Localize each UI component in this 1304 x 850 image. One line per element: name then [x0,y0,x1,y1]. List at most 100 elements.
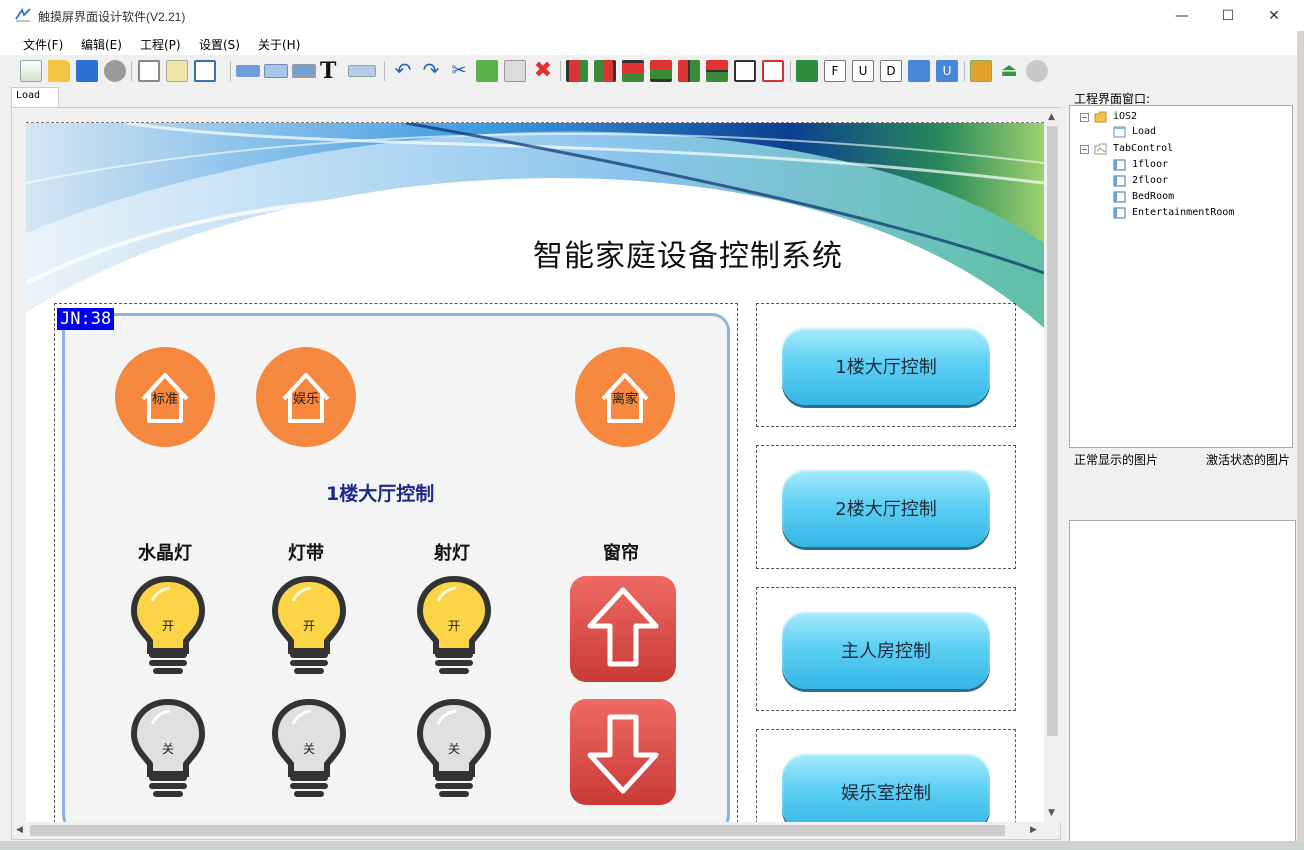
nav-2f-hall-button[interactable]: 2楼大厅控制 [782,469,990,547]
canvas-vertical-scrollbar[interactable]: ▲ ▼ [1044,108,1061,822]
undo-icon[interactable]: ↶ [392,60,414,82]
toolbar-separator [790,61,791,81]
nav-1f-hall-button[interactable]: 1楼大厅控制 [782,327,990,405]
design-canvas[interactable]: 智能家庭设备控制系统 JN:38 标准 娱乐 离家 1楼大厅控制 水晶灯 灯带 … [26,122,1044,822]
curtain-up-button[interactable] [570,576,676,682]
paste-icon[interactable] [504,60,526,82]
tree-item-root[interactable]: iOS2 [1113,111,1137,122]
tree-item-page[interactable]: EntertainmentRoom [1132,207,1234,218]
scroll-right-arrow-icon[interactable]: ▶ [1030,825,1037,835]
scene-away-button[interactable]: 离家 [575,347,675,447]
align-right-icon[interactable] [594,60,616,82]
delete-icon[interactable]: ✖ [532,60,554,82]
same-width-icon[interactable] [734,60,756,82]
panel-sub-title: 1楼大厅控制 [326,483,435,505]
menu-project[interactable]: 工程(P) [140,36,181,53]
menu-edit[interactable]: 编辑(E) [81,36,122,53]
toolbar-separator [560,61,561,81]
canvas-horizontal-scrollbar[interactable]: ◀ ▶ [12,822,1044,839]
nav-entertainment-room-button[interactable]: 娱乐室控制 [782,753,990,822]
toolbar-separator [384,61,385,81]
tree-item-page[interactable]: 2floor [1132,175,1168,186]
cut-icon[interactable]: ✂ [448,60,470,82]
align-left-icon[interactable] [566,60,588,82]
double-rect-icon[interactable] [264,64,288,78]
tree-item-tabcontrol[interactable]: TabControl [1113,143,1173,154]
spotlight-off-button[interactable]: 关 [416,698,492,804]
close-button[interactable]: ✕ [1251,0,1297,31]
curtain-down-button[interactable] [570,699,676,805]
spotlight-on-button[interactable]: 开 [416,575,492,681]
expand-toggle-icon[interactable]: − [1080,113,1089,122]
align-center-v-icon[interactable] [678,60,700,82]
window-title: 触摸屏界面设计软件(V2.21) [38,10,186,24]
jn-label: JN:38 [57,308,115,330]
font-icon[interactable]: F [824,60,846,82]
upload-icon[interactable]: U [852,60,874,82]
edit-icon[interactable] [166,60,188,82]
redo-icon[interactable]: ↷ [420,60,442,82]
new-page-icon[interactable] [20,60,42,82]
align-top-icon[interactable] [622,60,644,82]
u-download-icon[interactable]: U [936,60,958,82]
nav-box-1f-hall: 1楼大厅控制 [756,303,1016,427]
scroll-up-arrow-icon[interactable]: ▲ [1048,112,1055,122]
scene-entertainment-button[interactable]: 娱乐 [256,347,356,447]
rect-control-icon[interactable] [236,65,260,77]
export-icon[interactable] [908,60,930,82]
vertical-scroll-thumb[interactable] [1047,126,1058,736]
scene-standard-button[interactable]: 标准 [115,347,215,447]
config-gear-icon[interactable] [1026,60,1048,82]
crystal-lamp-on-button[interactable]: 开 [130,575,206,681]
image-control-icon[interactable] [292,64,316,78]
download-icon[interactable]: D [880,60,902,82]
copy-icon[interactable] [476,60,498,82]
device-label-curtain: 窗帘 [603,543,639,564]
desktop-background-edge [1297,31,1304,850]
horizontal-scroll-thumb[interactable] [30,825,1005,836]
project-tree[interactable]: − iOS2 Load − TabControl 1floor 2floor B… [1069,105,1293,448]
active-image-label: 激活状态的图片 [1206,453,1291,467]
graph-icon[interactable] [348,65,376,77]
app-window: 触摸屏界面设计软件(V2.21) — ☐ ✕ 文件(F) 编辑(E) 工程(P)… [0,0,1304,850]
eject-icon[interactable]: ⏏ [998,60,1020,82]
scene-label: 娱乐 [292,392,319,407]
window-stack-icon[interactable] [970,60,992,82]
menu-settings[interactable]: 设置(S) [199,36,240,53]
text-tool-icon[interactable]: T [320,60,342,82]
scroll-left-arrow-icon[interactable]: ◀ [16,825,23,835]
page-icon [1113,191,1126,203]
tab-control-icon [1094,143,1107,155]
crystal-lamp-off-button[interactable]: 关 [130,698,206,804]
save-icon[interactable] [76,60,98,82]
open-folder-icon[interactable] [48,60,70,82]
tree-item-page[interactable]: 1floor [1132,159,1168,170]
light-strip-off-button[interactable]: 关 [271,698,347,804]
same-height-icon[interactable] [762,60,784,82]
nav-box-2f-hall: 2楼大厅控制 [756,445,1016,569]
on-label: 开 [447,619,460,633]
tree-item-load[interactable]: Load [1132,126,1156,137]
align-center-h-icon[interactable] [706,60,728,82]
project-folder-icon [1094,111,1107,123]
arrow-down-icon [587,714,659,794]
align-bottom-icon[interactable] [650,60,672,82]
menu-bar: 文件(F) 编辑(E) 工程(P) 设置(S) 关于(H) [0,31,1304,55]
device-label-crystal-lamp: 水晶灯 [138,543,192,564]
tab-load[interactable]: Load [11,87,59,107]
toolbar-separator [230,61,231,81]
menu-about[interactable]: 关于(H) [258,36,300,53]
run-icon[interactable] [796,60,818,82]
maximize-button[interactable]: ☐ [1205,0,1251,31]
expand-toggle-icon[interactable]: − [1080,145,1089,154]
settings-gear-icon[interactable] [104,60,126,82]
on-label: 开 [161,619,174,633]
scroll-down-arrow-icon[interactable]: ▼ [1048,808,1055,818]
minimize-button[interactable]: — [1159,0,1205,31]
light-strip-on-button[interactable]: 开 [271,575,347,681]
menu-file[interactable]: 文件(F) [23,36,63,53]
tree-item-page[interactable]: BedRoom [1132,191,1174,202]
nav-master-room-button[interactable]: 主人房控制 [782,611,990,689]
window-icon[interactable] [138,60,160,82]
layout-icon[interactable] [194,60,216,82]
